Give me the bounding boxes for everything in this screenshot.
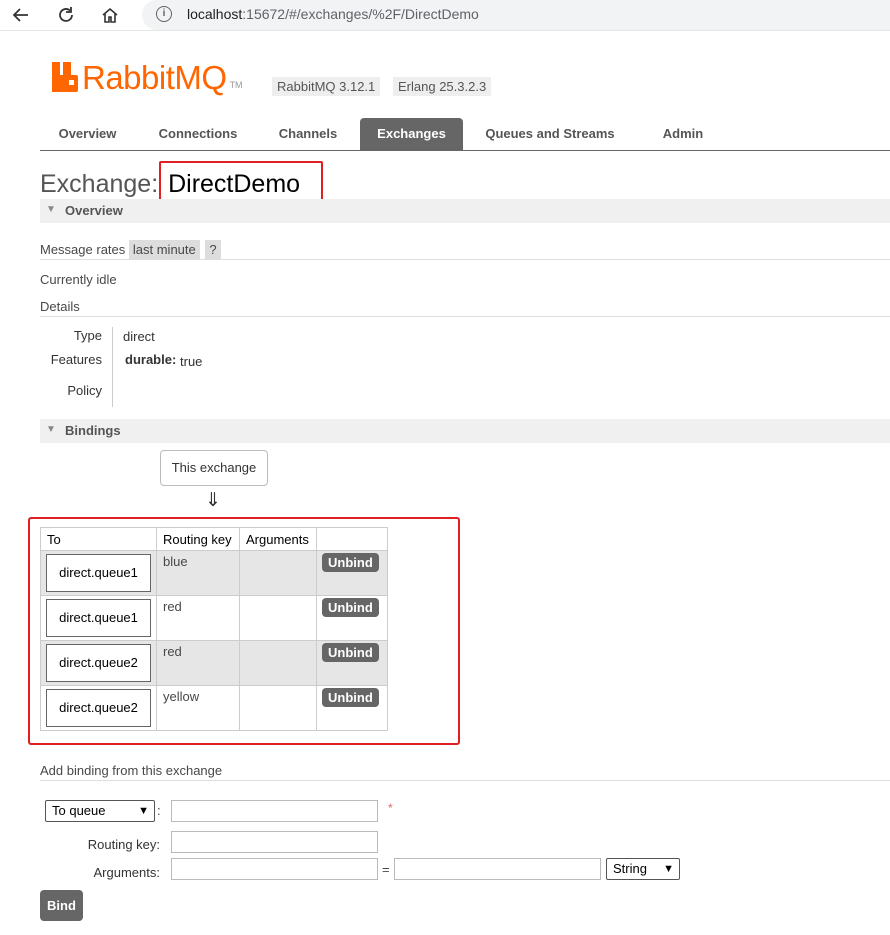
logo-wordmark: RabbitMQ xyxy=(82,58,227,96)
bindings-section-header[interactable]: ▼ Bindings xyxy=(40,419,890,443)
tab-channels[interactable]: Channels xyxy=(262,118,354,150)
type-value: direct xyxy=(123,329,155,344)
durable-label: durable: xyxy=(125,352,177,367)
collapse-triangle-icon: ▼ xyxy=(46,204,56,215)
chevron-down-icon: ▼ xyxy=(138,805,149,817)
tab-exchanges[interactable]: Exchanges xyxy=(360,118,463,150)
argument-type-select[interactable]: String ▼ xyxy=(606,858,680,880)
reload-icon[interactable] xyxy=(55,4,77,26)
browser-toolbar: i localhost:15672/#/exchanges/%2F/Direct… xyxy=(0,0,890,31)
url-text[interactable]: localhost:15672/#/exchanges/%2F/DirectDe… xyxy=(187,6,479,22)
destination-input[interactable] xyxy=(171,800,378,822)
site-info-icon[interactable]: i xyxy=(156,6,172,22)
arguments-label: Arguments: xyxy=(93,865,160,880)
argument-key-input[interactable] xyxy=(171,858,378,880)
tab-admin[interactable]: Admin xyxy=(645,118,721,150)
destination-type-select[interactable]: To queue ▼ xyxy=(45,800,155,822)
argument-value-input[interactable] xyxy=(394,858,601,880)
routing-key-label: Routing key: xyxy=(87,837,160,852)
status-text: Currently idle xyxy=(40,272,117,287)
this-exchange-box: This exchange xyxy=(160,450,268,486)
rabbit-logo-icon xyxy=(52,62,78,92)
tab-connections[interactable]: Connections xyxy=(143,118,253,150)
back-arrow-icon[interactable] xyxy=(10,4,32,26)
tab-overview[interactable]: Overview xyxy=(40,118,135,150)
overview-section-header[interactable]: ▼ Overview xyxy=(40,199,890,223)
home-icon[interactable] xyxy=(99,4,121,26)
divider xyxy=(40,316,890,317)
details-divider xyxy=(112,327,113,407)
type-label: Type xyxy=(73,328,102,343)
equals-sign: = xyxy=(382,862,390,877)
divider xyxy=(40,780,890,781)
durable-value: true xyxy=(180,354,203,369)
tab-queues-and-streams[interactable]: Queues and Streams xyxy=(472,118,628,150)
highlight-box-bindings xyxy=(28,517,460,745)
collapse-triangle-icon: ▼ xyxy=(46,424,56,435)
help-button[interactable]: ? xyxy=(205,240,221,259)
divider xyxy=(40,259,890,260)
message-rates-period[interactable]: last minute xyxy=(128,240,200,259)
rabbitmq-logo[interactable]: RabbitMQ TM xyxy=(52,60,243,94)
rabbitmq-version-badge: RabbitMQ 3.12.1 xyxy=(272,77,381,96)
trademark-mark: TM xyxy=(229,80,243,90)
message-rates-row: Message rates last minute ? xyxy=(40,240,221,259)
required-mark: * xyxy=(388,801,393,815)
add-binding-heading: Add binding from this exchange xyxy=(40,763,223,778)
policy-label: Policy xyxy=(67,383,102,398)
chevron-down-icon: ▼ xyxy=(663,863,674,875)
features-label: Features xyxy=(50,352,102,367)
routing-key-input[interactable] xyxy=(171,831,378,853)
colon-separator: : xyxy=(157,803,161,818)
details-label: Details xyxy=(40,299,80,314)
erlang-version-badge: Erlang 25.3.2.3 xyxy=(393,77,492,96)
down-arrow-icon: ⇓ xyxy=(205,490,221,511)
bind-button[interactable]: Bind xyxy=(40,890,83,921)
main-nav-tabs: Overview Connections Channels Exchanges … xyxy=(40,118,890,151)
